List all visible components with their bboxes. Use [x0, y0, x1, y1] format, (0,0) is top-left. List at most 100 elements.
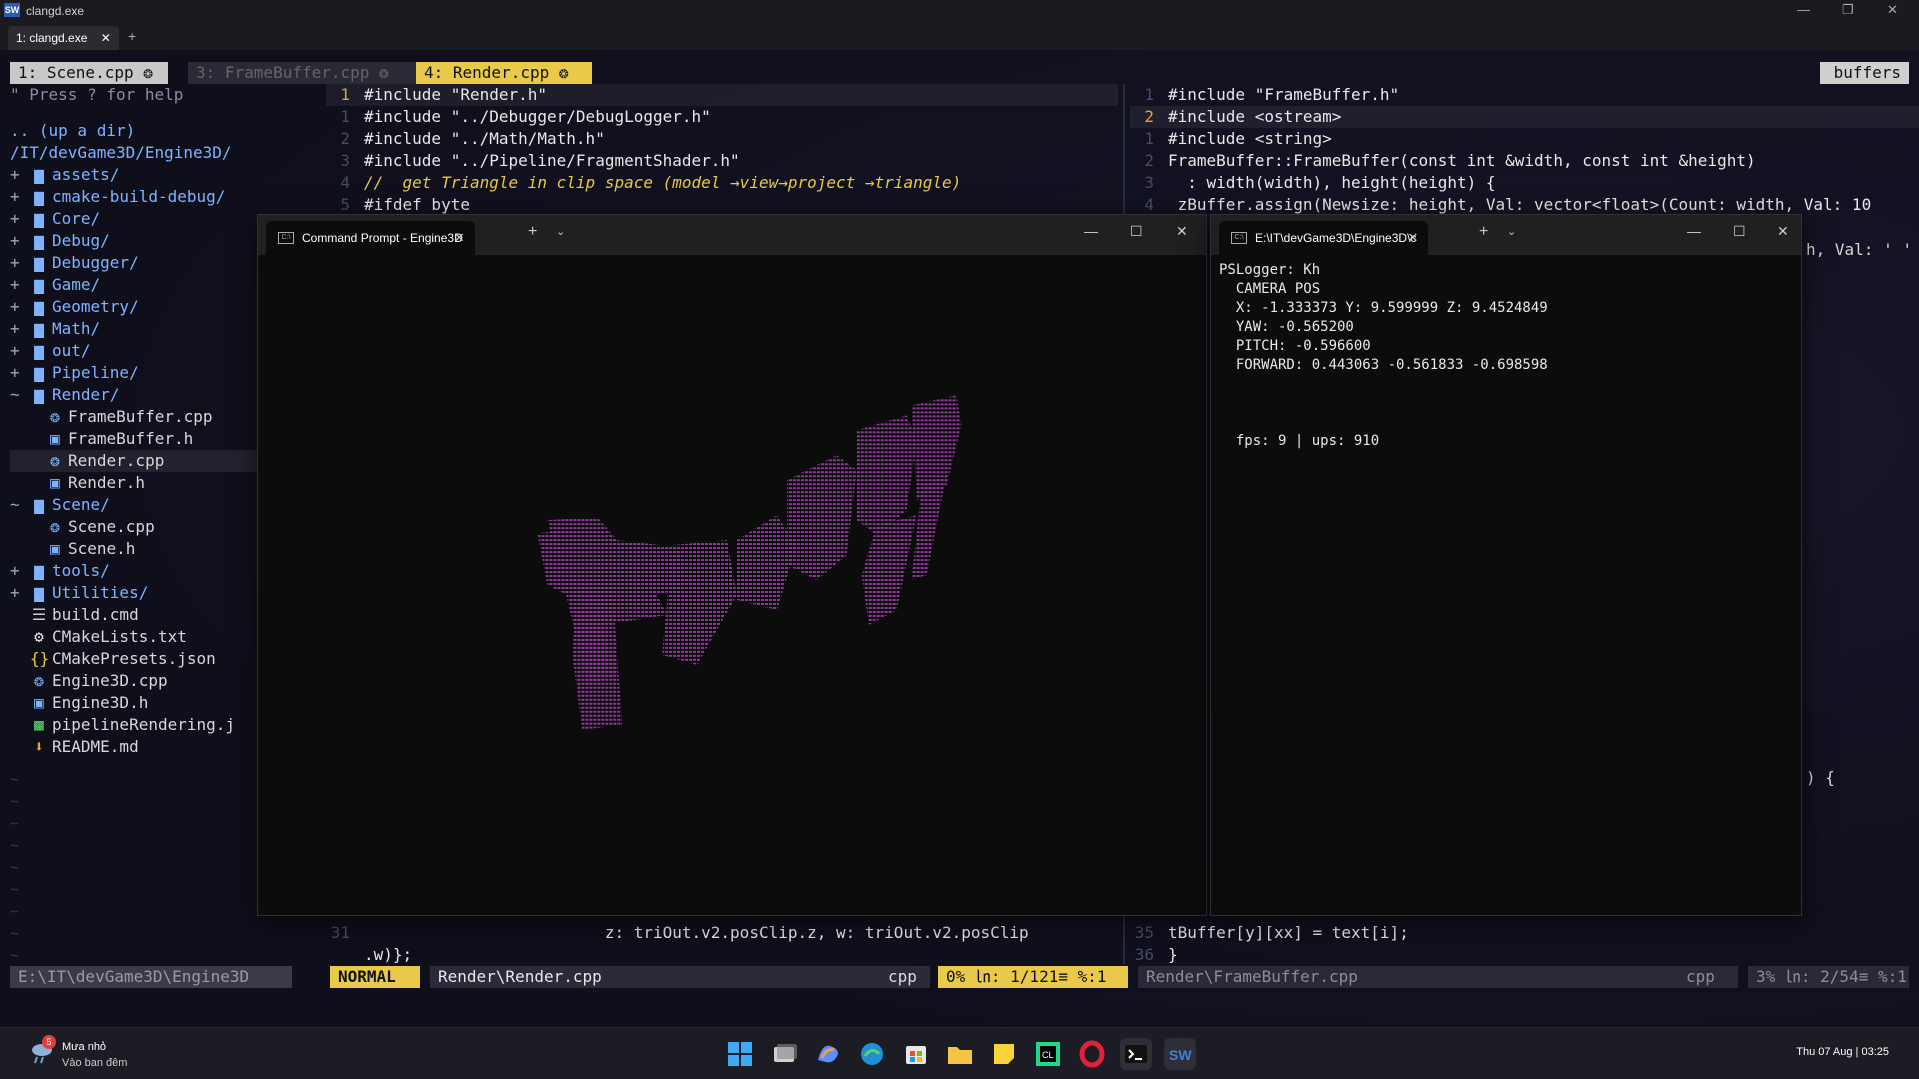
expander-icon[interactable]: + [10, 230, 30, 252]
code-line[interactable]: 2 #include "../Math/Math.h" [326, 128, 1122, 150]
dropdown-chevron-icon[interactable]: ⌄ [1507, 225, 1516, 238]
sticky-notes-icon[interactable] [988, 1038, 1020, 1070]
clion-icon[interactable]: CL [1032, 1038, 1064, 1070]
minimize-button[interactable]: — [1797, 2, 1810, 17]
new-tab-button[interactable]: + [128, 28, 136, 44]
tree-entry[interactable]: + ▆ assets/ [10, 164, 260, 186]
expander-icon[interactable]: + [10, 274, 30, 296]
expander-icon[interactable]: + [10, 186, 30, 208]
code-line[interactable]: 1 #include "FrameBuffer.h" [1130, 84, 1919, 106]
expander-icon[interactable]: + [10, 208, 30, 230]
code-pane-framebuffer-bottom[interactable]: 35 tBuffer[y][xx] = text[i]; 36} [1130, 922, 1919, 966]
expander-icon[interactable]: + [10, 164, 30, 186]
tree-entry[interactable]: ▣ Render.h [10, 472, 260, 494]
tree-entry[interactable]: ⚙ CMakeLists.txt [10, 626, 260, 648]
code-line[interactable]: 1 #include "Render.h" [326, 84, 1122, 106]
tree-entry[interactable]: ❂ Render.cpp [10, 450, 260, 472]
tree-entry[interactable]: ~ ▆ Scene/ [10, 494, 260, 516]
tree-entry[interactable]: + ▆ cmake-build-debug/ [10, 186, 260, 208]
code-line[interactable]: 1 #include "../Debugger/DebugLogger.h" [326, 106, 1122, 128]
tree-entry[interactable]: ❂ Engine3D.cpp [10, 670, 260, 692]
code-pane-render[interactable]: 1 #include "Render.h" 1 #include "../Debugg… [326, 84, 1122, 214]
code-line[interactable]: 36} [1130, 944, 1919, 966]
code-line[interactable]: 35 tBuffer[y][xx] = text[i]; [1130, 922, 1919, 944]
code-line[interactable]: 4 // get Triangle in clip space (model →v… [326, 172, 1122, 194]
dropdown-chevron-icon[interactable]: ⌄ [556, 225, 565, 238]
tree-entry[interactable]: + ▆ Debug/ [10, 230, 260, 252]
close-button[interactable]: ✕ [1887, 2, 1898, 18]
tree-entry[interactable]: ▣ Engine3D.h [10, 692, 260, 714]
expander-icon[interactable]: + [10, 582, 30, 604]
code-line[interactable]: 2 #include <ostream> [1130, 106, 1919, 128]
expander-icon[interactable]: ~ [10, 384, 30, 406]
tree-entry[interactable]: + ▆ Game/ [10, 274, 260, 296]
vim-tab-scene[interactable]: 1: Scene.cpp ❂ [10, 62, 168, 84]
tree-entry[interactable]: ▣ Scene.h [10, 538, 260, 560]
windows-start-icon[interactable] [724, 1038, 756, 1070]
new-tab-button[interactable]: + [528, 223, 537, 241]
expander-icon[interactable]: + [10, 318, 30, 340]
code-line[interactable]: 3 : width(width), height(height) { [1130, 172, 1919, 194]
expander-icon[interactable]: + [10, 252, 30, 274]
expander-icon[interactable]: ~ [10, 494, 30, 516]
opera-icon[interactable] [1076, 1038, 1108, 1070]
tree-entry[interactable]: ❂ FrameBuffer.cpp [10, 406, 260, 428]
new-tab-button[interactable]: + [1479, 223, 1488, 241]
tree-entry[interactable]: ⬇ README.md [10, 736, 260, 758]
terminal-icon[interactable] [1120, 1038, 1152, 1070]
code-line[interactable]: 5 #ifdef byte [326, 194, 1122, 214]
minimize-button[interactable]: — [1687, 223, 1701, 239]
vim-tab-framebuffer[interactable]: 3: FrameBuffer.cpp ❂ [188, 62, 424, 84]
close-icon[interactable]: ✕ [454, 221, 465, 255]
tree-entry[interactable]: ~ ▆ Render/ [10, 384, 260, 406]
tree-entry[interactable]: + ▆ tools/ [10, 560, 260, 582]
sw-app-icon[interactable]: SW [1164, 1038, 1196, 1070]
store-icon[interactable] [900, 1038, 932, 1070]
maximize-button[interactable]: ☐ [1733, 223, 1746, 240]
tree-entry[interactable]: ❂ Scene.cpp [10, 516, 260, 538]
code-line[interactable]: 1 #include <string> [1130, 128, 1919, 150]
tree-entry[interactable]: + ▆ Utilities/ [10, 582, 260, 604]
code-line[interactable]: 3 #include "../Pipeline/FragmentShader.h" [326, 150, 1122, 172]
tab-clangd[interactable]: 1: clangd.exe ✕ [8, 26, 119, 50]
tree-entry[interactable]: + ▆ Core/ [10, 208, 260, 230]
task-view-icon[interactable] [768, 1038, 800, 1070]
weather-title[interactable]: Mưa nhỏ [62, 1041, 106, 1053]
tree-entry[interactable]: ☰ build.cmd [10, 604, 260, 626]
tab-command-prompt[interactable]: C:\ Command Prompt - Engine3D ✕ [266, 221, 475, 255]
tab-engine-path[interactable]: C:\ E:\IT\devGame3D\Engine3D\c ✕ [1219, 221, 1429, 255]
maximize-button[interactable]: ❐ [1842, 2, 1854, 18]
tree-entry[interactable]: + ▆ out/ [10, 340, 260, 362]
tree-entry[interactable]: + ▆ Geometry/ [10, 296, 260, 318]
tree-entry[interactable]: + ▆ Pipeline/ [10, 362, 260, 384]
tree-entry[interactable]: + ▆ Math/ [10, 318, 260, 340]
code-line[interactable]: 31 z: triOut.v2.posClip.z, w: triOut.v2.… [326, 922, 1126, 944]
copilot-icon[interactable] [812, 1038, 844, 1070]
expander-icon[interactable]: + [10, 560, 30, 582]
code-pane-framebuffer[interactable]: 1 #include "FrameBuffer.h" 2 #include <ostr… [1130, 84, 1919, 214]
minimize-button[interactable]: — [1084, 223, 1098, 239]
code-pane-render-bottom[interactable]: 31 z: triOut.v2.posClip.z, w: triOut.v2.… [326, 922, 1126, 966]
code-line[interactable]: .w)}; [326, 944, 1126, 966]
clock[interactable]: Thu 07 Aug | 03:25 [1796, 1046, 1889, 1058]
edge-icon[interactable] [856, 1038, 888, 1070]
tree-entry[interactable]: + ▆ Debugger/ [10, 252, 260, 274]
tree-entry[interactable]: {} CMakePresets.json [10, 648, 260, 670]
command-prompt-window-render[interactable]: C:\ Command Prompt - Engine3D ✕ + ⌄ — ☐ … [257, 214, 1207, 916]
close-button[interactable]: ✕ [1176, 223, 1188, 240]
close-icon[interactable]: ✕ [1408, 221, 1419, 255]
close-icon[interactable]: ✕ [101, 31, 111, 45]
weather-subtitle[interactable]: Vào ban đêm [62, 1057, 127, 1069]
code-line[interactable]: 2 FrameBuffer::FrameBuffer(const int &wid… [1130, 150, 1919, 172]
maximize-button[interactable]: ☐ [1130, 223, 1143, 240]
expander-icon[interactable]: + [10, 296, 30, 318]
tree-entry[interactable]: ▣ FrameBuffer.h [10, 428, 260, 450]
expander-icon[interactable]: + [10, 340, 30, 362]
up-dir-link[interactable]: .. (up a dir) [10, 120, 260, 142]
expander-icon[interactable]: + [10, 362, 30, 384]
command-prompt-window-logger[interactable]: C:\ E:\IT\devGame3D\Engine3D\c ✕ + ⌄ — ☐… [1210, 214, 1802, 916]
close-button[interactable]: ✕ [1777, 223, 1789, 240]
tree-entry[interactable]: ▩ pipelineRendering.j [10, 714, 260, 736]
file-explorer-icon[interactable] [944, 1038, 976, 1070]
vim-tab-render[interactable]: 4: Render.cpp ❂ [416, 62, 592, 84]
